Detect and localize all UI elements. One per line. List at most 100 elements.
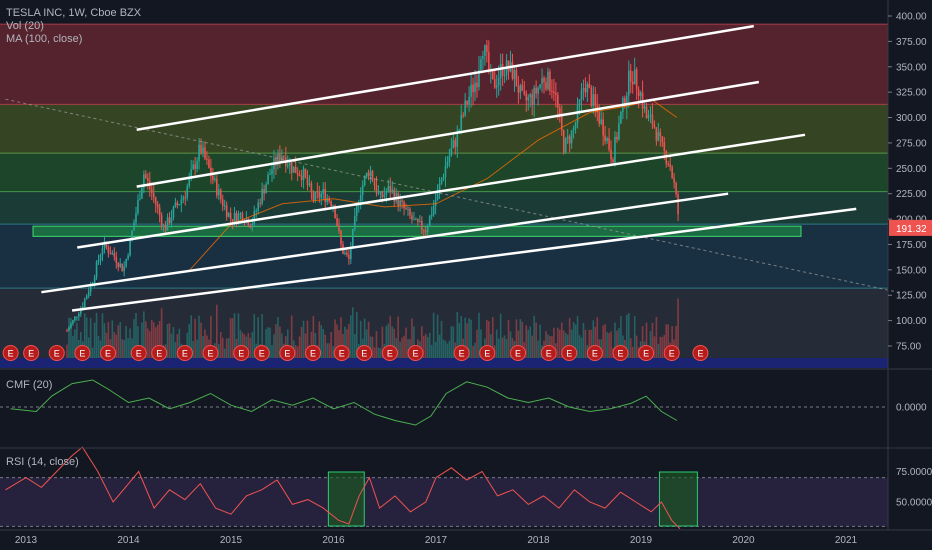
earnings-marker-label: E bbox=[697, 349, 703, 359]
volume-bar bbox=[221, 337, 224, 358]
candle-body bbox=[296, 172, 299, 175]
candle-body bbox=[466, 100, 468, 105]
candle-body bbox=[377, 193, 380, 195]
candle-body bbox=[261, 188, 263, 204]
candle-body bbox=[517, 86, 520, 93]
candle-body bbox=[111, 252, 114, 255]
volume-bar bbox=[352, 307, 354, 358]
volume-bar bbox=[403, 335, 405, 358]
candle-body bbox=[147, 177, 149, 181]
candle-body bbox=[618, 123, 620, 140]
cmf-tick-label: 0.0000 bbox=[896, 403, 927, 414]
candle-body bbox=[137, 199, 139, 214]
volume-bar bbox=[578, 335, 581, 358]
candle-body bbox=[70, 323, 72, 328]
volume-bar bbox=[350, 315, 352, 358]
price-tick-label: 75.00 bbox=[896, 342, 921, 353]
volume-bar bbox=[635, 335, 638, 358]
rsi-tick-label: 75.0000 bbox=[896, 467, 932, 478]
candle-body bbox=[385, 191, 388, 196]
volume-bar bbox=[375, 331, 378, 358]
candle-body bbox=[363, 176, 366, 186]
candle-body bbox=[486, 45, 488, 53]
volume-bar bbox=[117, 325, 120, 358]
volume-bar bbox=[379, 348, 382, 358]
candle-body bbox=[263, 188, 265, 194]
earnings-marker-label: E bbox=[515, 349, 521, 359]
candle-body bbox=[223, 205, 226, 207]
candle-body bbox=[397, 193, 399, 206]
price-tick-label: 175.00 bbox=[896, 240, 927, 251]
candle-body bbox=[620, 111, 622, 124]
time-tick-label: 2018 bbox=[527, 535, 550, 546]
candle-body bbox=[460, 114, 463, 130]
volume-bar bbox=[251, 332, 254, 358]
candle-body bbox=[543, 78, 545, 83]
candle-body bbox=[523, 90, 526, 94]
volume-bar bbox=[444, 340, 447, 358]
volume-bar bbox=[322, 328, 325, 358]
candle-body bbox=[663, 142, 666, 151]
candle-body bbox=[202, 147, 204, 154]
candle-body bbox=[194, 164, 196, 169]
candle-body bbox=[474, 82, 476, 93]
candle-body bbox=[677, 194, 679, 215]
candle-body bbox=[192, 164, 194, 170]
candle-body bbox=[312, 192, 315, 201]
volume-bar bbox=[194, 318, 196, 358]
candle-body bbox=[497, 77, 500, 86]
volume-bar bbox=[442, 339, 445, 358]
candle-body bbox=[353, 215, 356, 229]
volume-bar bbox=[377, 347, 380, 358]
earnings-marker-label: E bbox=[592, 349, 598, 359]
volume-bar bbox=[170, 333, 173, 358]
volume-bar bbox=[401, 337, 403, 358]
candle-body bbox=[156, 204, 159, 208]
candle-body bbox=[355, 205, 358, 216]
candle-body bbox=[300, 175, 303, 180]
candle-body bbox=[468, 96, 470, 105]
candle-body bbox=[340, 230, 342, 245]
rsi-legend: RSI (14, close) bbox=[6, 456, 79, 468]
candle-body bbox=[568, 136, 571, 144]
volume-bar bbox=[529, 326, 532, 358]
volume-bar bbox=[196, 339, 198, 358]
volume-bar bbox=[661, 337, 664, 358]
volume-bar bbox=[472, 345, 474, 358]
volume-bar bbox=[501, 337, 504, 358]
cmf-pane bbox=[0, 379, 888, 426]
chart-canvas[interactable]: E E E E E E E E E E E E E E E E E E E E E E E E E E E 400.00 375.00… bbox=[0, 0, 932, 550]
candle-body bbox=[373, 180, 376, 185]
volume-bar bbox=[537, 340, 539, 358]
candle-body bbox=[627, 70, 630, 96]
candle-body bbox=[631, 81, 634, 85]
volume-bar bbox=[631, 346, 634, 358]
candle-body bbox=[651, 114, 654, 125]
rsi-pane bbox=[0, 446, 888, 530]
candle-body bbox=[235, 213, 238, 223]
price-tick-label: 375.00 bbox=[896, 37, 927, 48]
volume-bar bbox=[503, 335, 506, 358]
candle-body bbox=[292, 166, 295, 173]
candle-body bbox=[348, 254, 350, 259]
earnings-marker-label: E bbox=[387, 349, 393, 359]
volume-bar bbox=[330, 331, 332, 358]
candle-body bbox=[279, 153, 281, 162]
candle-body bbox=[160, 215, 163, 227]
candle-body bbox=[216, 178, 218, 196]
volume-bar bbox=[655, 316, 658, 358]
candle-body bbox=[511, 62, 514, 79]
candle-body bbox=[411, 215, 413, 220]
candle-body bbox=[365, 172, 368, 177]
volume-bar bbox=[438, 334, 441, 358]
candle-body bbox=[582, 88, 585, 91]
candle-body bbox=[426, 226, 429, 233]
price-tick-label: 250.00 bbox=[896, 164, 927, 175]
candle-body bbox=[206, 158, 208, 160]
volume-bar bbox=[219, 331, 222, 358]
candle-body bbox=[488, 52, 490, 71]
candle-body bbox=[219, 189, 222, 200]
candle-body bbox=[405, 208, 407, 210]
candle-body bbox=[578, 99, 581, 105]
volume-bar bbox=[610, 331, 612, 358]
